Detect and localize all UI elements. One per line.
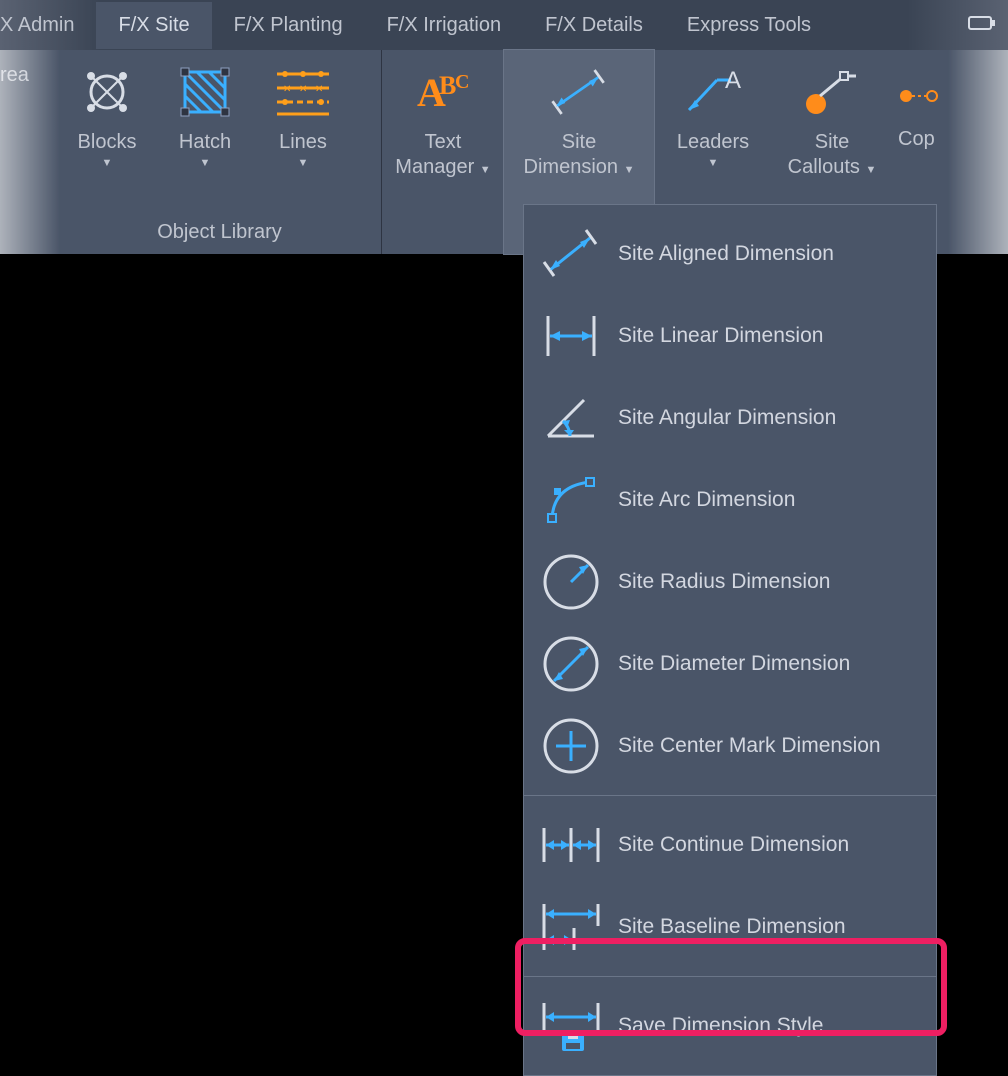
site-callouts-label: SiteCallouts ▼ bbox=[788, 130, 877, 180]
menu-site-continue-dimension[interactable]: Site Continue Dimension bbox=[524, 804, 936, 886]
save-dimension-style-icon bbox=[538, 993, 604, 1059]
svg-text:✕: ✕ bbox=[283, 84, 291, 95]
center-mark-icon bbox=[538, 713, 604, 779]
menu-label: Site Continue Dimension bbox=[618, 833, 849, 857]
site-dimension-label: SiteDimension ▼ bbox=[524, 130, 635, 180]
angular-dimension-icon bbox=[538, 385, 604, 451]
blocks-icon bbox=[75, 60, 139, 124]
dropdown-arrow-icon: ▼ bbox=[102, 157, 113, 169]
svg-text:✕: ✕ bbox=[299, 84, 307, 95]
menu-site-aligned-dimension[interactable]: Site Aligned Dimension bbox=[524, 213, 936, 295]
ribbon-tabs: X Admin F/X Site F/X Planting F/X Irriga… bbox=[0, 0, 1008, 50]
text-manager-button[interactable]: A B C TextManager ▼ bbox=[382, 50, 504, 254]
hatch-label: Hatch bbox=[179, 130, 231, 155]
tab-express-tools[interactable]: Express Tools bbox=[665, 2, 833, 49]
dropdown-arrow-icon: ▼ bbox=[200, 157, 211, 169]
text-manager-icon: A B C bbox=[411, 60, 475, 124]
menu-site-linear-dimension[interactable]: Site Linear Dimension bbox=[524, 295, 936, 377]
svg-text:A: A bbox=[725, 67, 741, 94]
svg-text:C: C bbox=[455, 71, 469, 93]
dropdown-arrow-icon: ▼ bbox=[708, 157, 719, 169]
hatch-icon bbox=[173, 60, 237, 124]
site-dimension-icon bbox=[547, 60, 611, 124]
menu-label: Save Dimension Style bbox=[618, 1014, 823, 1038]
text-manager-label: TextManager ▼ bbox=[395, 130, 490, 180]
arc-dimension-icon bbox=[538, 467, 604, 533]
tab-fx-irrigation[interactable]: F/X Irrigation bbox=[365, 2, 523, 49]
diameter-dimension-icon bbox=[538, 631, 604, 697]
menu-label: Site Linear Dimension bbox=[618, 324, 823, 348]
menu-site-center-mark-dimension[interactable]: Site Center Mark Dimension bbox=[524, 705, 936, 787]
tab-fx-details[interactable]: F/X Details bbox=[523, 2, 665, 49]
menu-label: Site Diameter Dimension bbox=[618, 652, 850, 676]
svg-text:✕: ✕ bbox=[315, 84, 323, 95]
panel-title-object-library: Object Library bbox=[58, 215, 381, 254]
dropdown-arrow-icon: ▼ bbox=[298, 157, 309, 169]
leaders-label: Leaders bbox=[677, 130, 749, 155]
menu-save-dimension-style[interactable]: Save Dimension Style bbox=[524, 985, 936, 1067]
menu-site-radius-dimension[interactable]: Site Radius Dimension bbox=[524, 541, 936, 623]
menu-site-baseline-dimension[interactable]: Site Baseline Dimension bbox=[524, 886, 936, 968]
lines-button[interactable]: ✕ ✕ ✕ Lines ▼ bbox=[254, 50, 352, 215]
right-truncated-label: Cop bbox=[898, 128, 938, 151]
aligned-dimension-icon bbox=[538, 221, 604, 287]
blocks-label: Blocks bbox=[78, 130, 137, 155]
panel-object-library: Blocks ▼ bbox=[58, 50, 382, 254]
site-dimension-flyout: Site Aligned Dimension Site Linear Dimen… bbox=[523, 204, 937, 1076]
lines-label: Lines bbox=[279, 130, 327, 155]
menu-label: Site Angular Dimension bbox=[618, 406, 836, 430]
menu-site-angular-dimension[interactable]: Site Angular Dimension bbox=[524, 377, 936, 459]
tab-fx-planting[interactable]: F/X Planting bbox=[212, 2, 365, 49]
svg-text:B: B bbox=[439, 71, 456, 100]
leaders-icon: A bbox=[681, 60, 745, 124]
menu-site-arc-dimension[interactable]: Site Arc Dimension bbox=[524, 459, 936, 541]
blocks-button[interactable]: Blocks ▼ bbox=[58, 50, 156, 215]
baseline-dimension-icon bbox=[538, 894, 604, 960]
hatch-button[interactable]: Hatch ▼ bbox=[156, 50, 254, 215]
menu-label: Site Arc Dimension bbox=[618, 488, 795, 512]
menu-site-diameter-dimension[interactable]: Site Diameter Dimension bbox=[524, 623, 936, 705]
menu-label: Site Baseline Dimension bbox=[618, 915, 846, 939]
linear-dimension-icon bbox=[538, 303, 604, 369]
battery-icon bbox=[968, 14, 998, 37]
lines-icon: ✕ ✕ ✕ bbox=[271, 60, 335, 124]
menu-label: Site Aligned Dimension bbox=[618, 242, 834, 266]
continue-dimension-icon bbox=[538, 812, 604, 878]
menu-label: Site Radius Dimension bbox=[618, 570, 830, 594]
menu-label: Site Center Mark Dimension bbox=[618, 734, 881, 758]
left-truncated-label: rea bbox=[0, 50, 58, 254]
radius-dimension-icon bbox=[538, 549, 604, 615]
tab-admin[interactable]: X Admin bbox=[0, 2, 96, 49]
tab-fx-site[interactable]: F/X Site bbox=[96, 2, 211, 49]
site-callouts-icon bbox=[800, 60, 864, 124]
